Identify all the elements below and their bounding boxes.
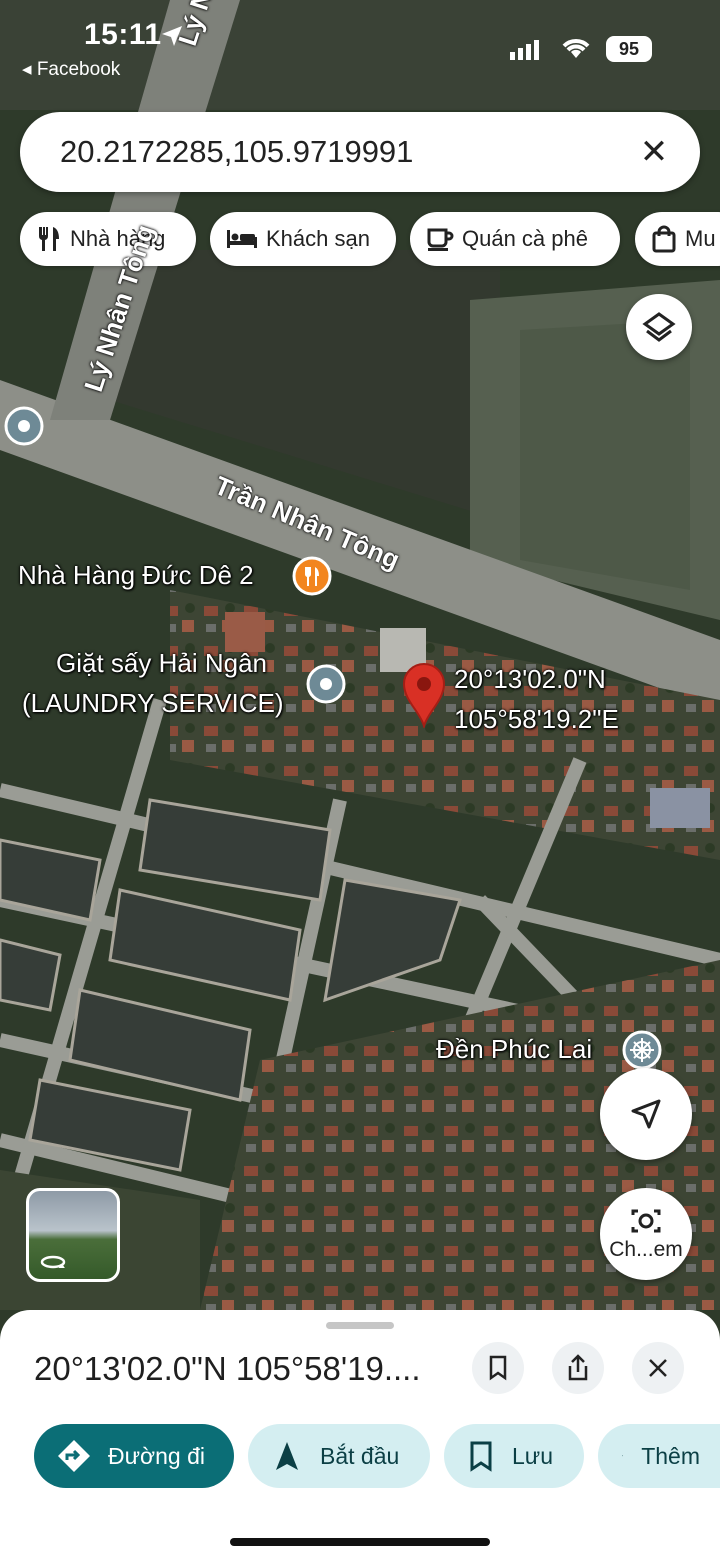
cellular-signal-icon — [510, 40, 539, 60]
map-layers-button[interactable] — [626, 294, 692, 360]
place-label-laundry-line1[interactable]: Giặt sấy Hải Ngân — [56, 648, 267, 679]
fork-knife-icon — [38, 227, 59, 251]
dropped-pin-icon[interactable] — [402, 662, 446, 728]
sheet-drag-handle[interactable] — [326, 1322, 394, 1329]
directions-button[interactable]: Đường đi — [34, 1424, 234, 1488]
pin-longitude-label: 105°58'19.2"E — [454, 704, 619, 734]
chip-label: Quán cà phê — [462, 226, 588, 251]
chip-hotels[interactable]: Khách sạn — [210, 212, 396, 266]
start-navigation-button[interactable]: Bắt đầu — [248, 1424, 430, 1488]
place-pin-icon[interactable] — [4, 406, 44, 446]
my-location-button[interactable] — [600, 1068, 692, 1160]
chip-label: Khách sạn — [266, 226, 370, 251]
restaurant-pin-icon[interactable] — [292, 556, 332, 596]
save-label: Lưu — [512, 1442, 553, 1469]
status-time: 15:11 — [84, 18, 162, 51]
layers-icon — [642, 312, 676, 342]
temple-pin-icon[interactable] — [622, 1030, 662, 1070]
wifi-icon — [562, 39, 590, 58]
save-bookmark-button[interactable] — [472, 1342, 524, 1394]
more-button[interactable]: Thêm — [598, 1424, 720, 1488]
share-button[interactable] — [552, 1342, 604, 1394]
chip-label: Mu — [685, 226, 716, 251]
chip-restaurants[interactable]: Nhà hàng — [20, 212, 196, 266]
battery-indicator: 95 — [606, 36, 652, 62]
search-input[interactable]: 20.2172285,105.9719991 — [60, 134, 413, 170]
place-label-laundry-line2[interactable]: (LAUNDRY SERVICE) — [22, 688, 284, 719]
chip-shopping[interactable]: Mu — [635, 212, 720, 266]
close-sheet-button[interactable] — [632, 1342, 684, 1394]
shopping-bag-icon — [652, 225, 676, 253]
start-label: Bắt đầu — [320, 1442, 400, 1469]
rotate-360-icon — [40, 1255, 66, 1269]
search-bar[interactable]: 20.2172285,105.9719991 ✕ — [20, 112, 700, 192]
close-icon — [649, 1359, 667, 1377]
navigate-icon — [276, 1442, 298, 1470]
directions-label: Đường đi — [108, 1442, 205, 1469]
bed-icon — [227, 230, 257, 248]
place-label-nha-hang-duc-de[interactable]: Nhà Hàng Đức Dê 2 — [18, 560, 254, 591]
navigation-arrow-icon — [631, 1099, 661, 1129]
camera-search-button[interactable]: Ch...em — [600, 1188, 692, 1280]
back-to-facebook[interactable]: ◂ Facebook — [22, 58, 120, 81]
share-icon — [568, 1354, 588, 1381]
place-pin-icon[interactable] — [306, 664, 346, 704]
clear-search-button[interactable]: ✕ — [634, 132, 674, 172]
camera-button-label: Ch...em — [609, 1238, 683, 1261]
flag-icon — [622, 1455, 623, 1457]
place-label-den-phuc-lai[interactable]: Đền Phúc Lai — [436, 1034, 592, 1065]
directions-icon — [58, 1440, 90, 1472]
camera-lens-icon — [631, 1209, 661, 1233]
chip-cafes[interactable]: Quán cà phê — [410, 212, 620, 266]
more-label: Thêm — [641, 1442, 700, 1469]
street-view-thumbnail[interactable] — [26, 1188, 120, 1282]
bookmark-icon — [470, 1441, 492, 1472]
coffee-icon — [427, 228, 454, 251]
home-indicator[interactable] — [230, 1538, 490, 1546]
bookmark-icon — [489, 1355, 507, 1381]
sheet-title: 20°13'02.0"N 105°58'19.... — [34, 1350, 421, 1387]
save-button[interactable]: Lưu — [444, 1424, 584, 1488]
pin-latitude-label: 20°13'02.0"N — [454, 664, 606, 694]
